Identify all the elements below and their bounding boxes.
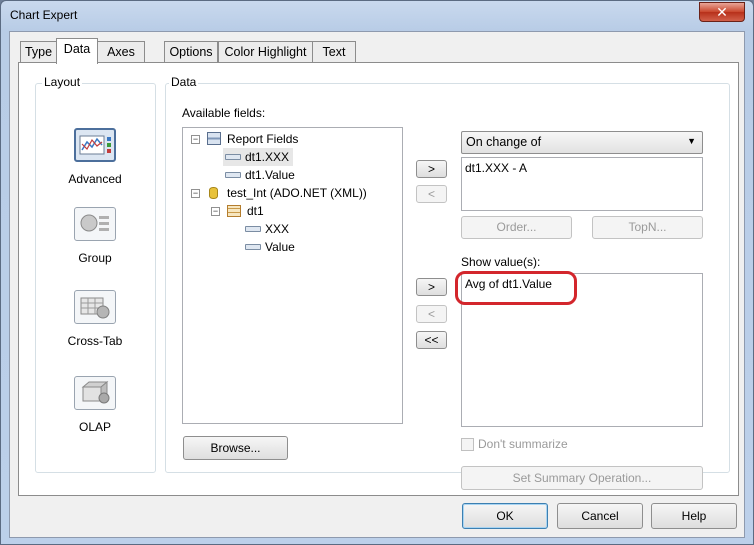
browse-button[interactable]: Browse... bbox=[183, 436, 288, 460]
tab-type[interactable]: Type bbox=[20, 41, 57, 63]
window-title: Chart Expert bbox=[10, 8, 78, 22]
group-chart-icon bbox=[74, 207, 116, 241]
tree-node-dt1[interactable]: − dt1 bbox=[209, 202, 329, 220]
on-change-of-list[interactable]: dt1.XXX - A bbox=[461, 157, 703, 211]
tree-node-dt1-value[interactable]: dt1.Value bbox=[223, 166, 343, 184]
tab-data[interactable]: Data bbox=[56, 38, 98, 64]
order-button[interactable]: Order... bbox=[461, 216, 572, 239]
remove-value-button[interactable]: < bbox=[416, 305, 447, 323]
report-fields-icon bbox=[207, 132, 221, 145]
tree-node-label: dt1.Value bbox=[245, 168, 295, 182]
cancel-button[interactable]: Cancel bbox=[557, 503, 643, 529]
database-icon bbox=[209, 187, 218, 199]
tree-node-label: XXX bbox=[265, 222, 290, 236]
tree-node-label: dt1.XXX bbox=[245, 150, 290, 164]
field-icon bbox=[225, 154, 241, 160]
table-icon bbox=[227, 205, 241, 217]
title-bar[interactable]: Chart Expert ✕ bbox=[1, 1, 753, 31]
set-summary-operation-button[interactable]: Set Summary Operation... bbox=[461, 466, 703, 490]
dont-summarize-checkbox[interactable] bbox=[461, 438, 474, 451]
tab-color-highlight[interactable]: Color Highlight bbox=[218, 41, 313, 63]
layout-group: Layout Advanced Group Cross-Tab OLAP bbox=[35, 75, 156, 473]
cross-tab-chart-icon bbox=[74, 290, 116, 324]
layout-olap[interactable]: OLAP bbox=[50, 376, 140, 434]
topn-button[interactable]: TopN... bbox=[592, 216, 703, 239]
ok-button[interactable]: OK bbox=[462, 503, 548, 529]
tree-node-label: dt1 bbox=[247, 204, 264, 218]
tree-node-value[interactable]: Value bbox=[243, 238, 343, 256]
remove-all-values-button[interactable]: << bbox=[416, 331, 447, 349]
collapse-icon[interactable]: − bbox=[191, 189, 200, 198]
remove-on-change-button[interactable]: < bbox=[416, 185, 447, 203]
help-button[interactable]: Help bbox=[651, 503, 737, 529]
available-fields-label: Available fields: bbox=[182, 106, 266, 120]
data-group-label: Data bbox=[169, 75, 199, 89]
chevron-down-icon: ▼ bbox=[687, 136, 696, 146]
layout-group-option[interactable]: Group bbox=[50, 207, 140, 265]
on-change-of-value: On change of bbox=[466, 135, 542, 149]
tab-text[interactable]: Text bbox=[312, 41, 356, 63]
layout-group-label: Layout bbox=[42, 75, 83, 89]
tree-node-xxx[interactable]: XXX bbox=[243, 220, 343, 238]
layout-cross-tab[interactable]: Cross-Tab bbox=[50, 290, 140, 348]
show-values-label: Show value(s): bbox=[461, 255, 541, 269]
tree-node-dt1-xxx[interactable]: dt1.XXX bbox=[223, 148, 293, 166]
tree-node-test-int[interactable]: − test_Int (ADO.NET (XML)) bbox=[189, 184, 399, 202]
list-item[interactable]: dt1.XXX - A bbox=[465, 159, 527, 177]
field-icon bbox=[245, 244, 261, 250]
close-button[interactable]: ✕ bbox=[699, 2, 745, 22]
tab-options[interactable]: Options bbox=[164, 41, 218, 63]
collapse-icon[interactable]: − bbox=[191, 135, 200, 144]
add-value-button[interactable]: > bbox=[416, 278, 447, 296]
tab-axes[interactable]: Axes bbox=[97, 41, 145, 63]
on-change-of-dropdown[interactable]: On change of ▼ bbox=[461, 131, 703, 154]
show-values-list[interactable]: Avg of dt1.Value bbox=[461, 273, 703, 427]
layout-cross-tab-label: Cross-Tab bbox=[67, 334, 123, 348]
list-item[interactable]: Avg of dt1.Value bbox=[465, 275, 552, 293]
field-icon bbox=[225, 172, 241, 178]
data-tab-panel: Layout Advanced Group Cross-Tab OLAP Dat… bbox=[18, 62, 739, 496]
tree-node-label: Value bbox=[265, 240, 295, 254]
layout-group-label-text: Group bbox=[78, 251, 112, 265]
add-on-change-button[interactable]: > bbox=[416, 160, 447, 178]
tree-node-label: Report Fields bbox=[227, 132, 299, 146]
chart-expert-window: Chart Expert ✕ Type Data Axes Options Co… bbox=[0, 0, 754, 545]
dialog-client-area: Type Data Axes Options Color Highlight T… bbox=[9, 31, 745, 538]
tree-node-label: test_Int (ADO.NET (XML)) bbox=[227, 186, 367, 200]
olap-chart-icon bbox=[74, 376, 116, 410]
tree-node-report-fields[interactable]: − Report Fields bbox=[189, 130, 389, 148]
advanced-chart-icon bbox=[74, 128, 116, 162]
dont-summarize-label: Don't summarize bbox=[478, 437, 568, 451]
layout-olap-label: OLAP bbox=[78, 420, 111, 434]
available-fields-tree[interactable]: − Report Fields dt1.XXX dt1.Value − test… bbox=[182, 127, 403, 424]
collapse-icon[interactable]: − bbox=[211, 207, 220, 216]
field-icon bbox=[245, 226, 261, 232]
layout-advanced-label: Advanced bbox=[68, 172, 122, 186]
layout-advanced[interactable]: Advanced bbox=[50, 128, 140, 186]
